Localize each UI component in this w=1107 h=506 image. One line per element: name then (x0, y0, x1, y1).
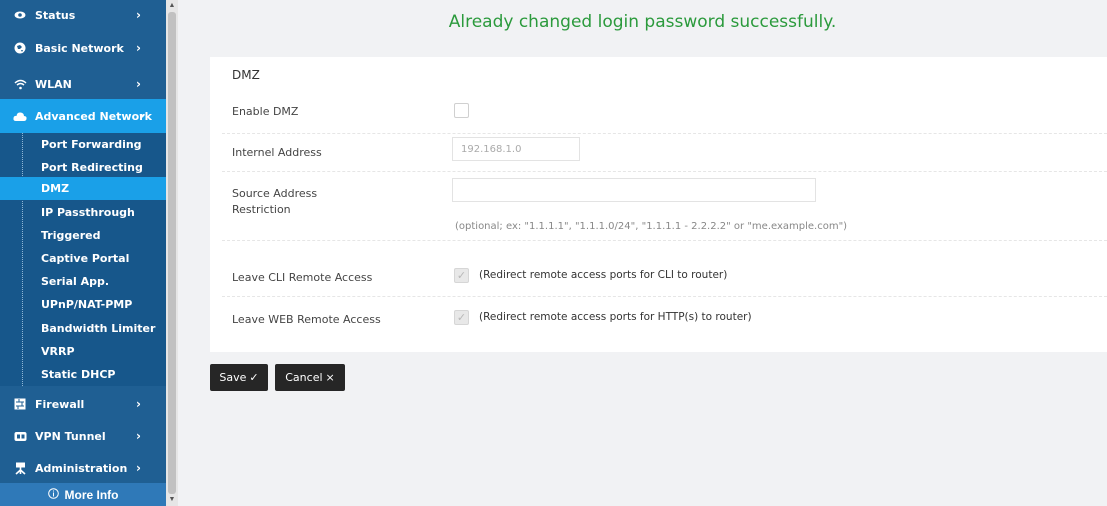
scroll-up-arrow-icon[interactable]: ▲ (166, 0, 178, 12)
chevron-right-icon: › (136, 461, 141, 475)
enable-dmz-checkbox[interactable] (454, 103, 469, 118)
globe-icon (12, 40, 28, 56)
save-button-label: Save (219, 371, 247, 384)
web-remote-label: Leave WEB Remote Access (232, 313, 381, 326)
sub-item-serial-app[interactable]: Serial App. (0, 270, 166, 293)
nav-item-basic-network[interactable]: Basic Network › (0, 30, 166, 66)
nav-item-label: Basic Network (35, 41, 124, 55)
firewall-icon (12, 396, 28, 412)
checkmark-icon: ✓ (456, 312, 467, 324)
nav-item-vpn-tunnel[interactable]: VPN Tunnel › (0, 418, 166, 454)
source-restriction-label-line2: Restriction (232, 203, 291, 216)
chevron-down-icon: › (135, 113, 150, 119)
close-icon: × (325, 371, 335, 384)
chevron-right-icon: › (136, 77, 141, 91)
nav-item-label: Status (35, 8, 76, 22)
source-restriction-input[interactable] (452, 178, 816, 202)
more-info-link[interactable]: More Info (0, 483, 166, 506)
sidebar: Status › Basic Network › WLAN › Advanced… (0, 0, 166, 506)
web-remote-checkbox[interactable]: ✓ (454, 310, 469, 325)
sub-item-static-dhcp[interactable]: Static DHCP (0, 363, 166, 386)
sub-item-triggered[interactable]: Triggered (0, 224, 166, 247)
checkmark-icon: ✓ (249, 371, 259, 384)
sub-item-port-forwarding[interactable]: Port Forwarding (0, 133, 166, 156)
row-divider (222, 296, 1107, 297)
nav-item-label: Administration (35, 461, 128, 475)
enable-dmz-label: Enable DMZ (232, 105, 299, 118)
internal-address-label: Internel Address (232, 146, 322, 159)
wifi-icon (12, 76, 28, 92)
more-info-label: More Info (64, 487, 119, 502)
sidebar-scrollbar[interactable]: ▲ ▼ (166, 0, 178, 506)
chevron-right-icon: › (136, 429, 141, 443)
cli-remote-description: (Redirect remote access ports for CLI to… (479, 269, 728, 281)
sub-item-upnp-nat-pmp[interactable]: UPnP/NAT-PMP (0, 293, 166, 316)
submenu: Port Forwarding Port Redirecting DMZ IP … (0, 133, 166, 386)
cli-remote-label: Leave CLI Remote Access (232, 271, 373, 284)
sub-item-vrrp[interactable]: VRRP (0, 340, 166, 363)
save-button[interactable]: Save ✓ (210, 364, 268, 391)
chevron-right-icon: › (136, 397, 141, 411)
nav-item-administration[interactable]: Administration › (0, 450, 166, 486)
row-divider (222, 240, 1107, 241)
admin-icon (12, 460, 28, 476)
nav-item-label: Firewall (35, 397, 85, 411)
chevron-right-icon: › (136, 8, 141, 22)
nav-item-label: WLAN (35, 77, 72, 91)
nav-item-label: VPN Tunnel (35, 429, 106, 443)
cli-remote-checkbox[interactable]: ✓ (454, 268, 469, 283)
row-divider (222, 171, 1107, 172)
vpn-icon (12, 428, 28, 444)
source-restriction-label: Source Address Restriction (232, 186, 317, 218)
sub-item-dmz[interactable]: DMZ (0, 177, 166, 200)
source-restriction-hint: (optional; ex: "1.1.1.1", "1.1.1.0/24", … (455, 221, 848, 232)
web-remote-description: (Redirect remote access ports for HTTP(s… (479, 311, 752, 323)
cloud-icon (12, 108, 28, 124)
checkmark-icon: ✓ (456, 270, 467, 282)
sub-item-captive-portal[interactable]: Captive Portal (0, 247, 166, 270)
nav-item-status[interactable]: Status › (0, 0, 166, 30)
sub-item-port-redirecting[interactable]: Port Redirecting (0, 156, 166, 179)
sub-item-bandwidth-limiter[interactable]: Bandwidth Limiter (0, 317, 166, 340)
card-title: DMZ (232, 68, 260, 82)
success-notice: Already changed login password successfu… (448, 12, 837, 32)
info-icon (47, 487, 59, 502)
nav-item-firewall[interactable]: Firewall › (0, 386, 166, 422)
row-divider (222, 133, 1107, 134)
source-restriction-label-line1: Source Address (232, 187, 318, 200)
nav-item-wlan[interactable]: WLAN › (0, 66, 166, 102)
eye-icon (12, 7, 28, 23)
cancel-button-label: Cancel (285, 371, 323, 384)
dmz-settings-card: DMZ Enable DMZ Internel Address 192.168.… (210, 57, 1107, 352)
sub-item-ip-passthrough[interactable]: IP Passthrough (0, 201, 166, 224)
scroll-down-arrow-icon[interactable]: ▼ (166, 494, 178, 506)
scrollbar-thumb[interactable] (168, 12, 176, 494)
chevron-right-icon: › (136, 41, 141, 55)
cancel-button[interactable]: Cancel × (275, 364, 345, 391)
internal-address-input[interactable]: 192.168.1.0 (452, 137, 580, 161)
nav-item-advanced-network[interactable]: Advanced Network › (0, 99, 166, 133)
